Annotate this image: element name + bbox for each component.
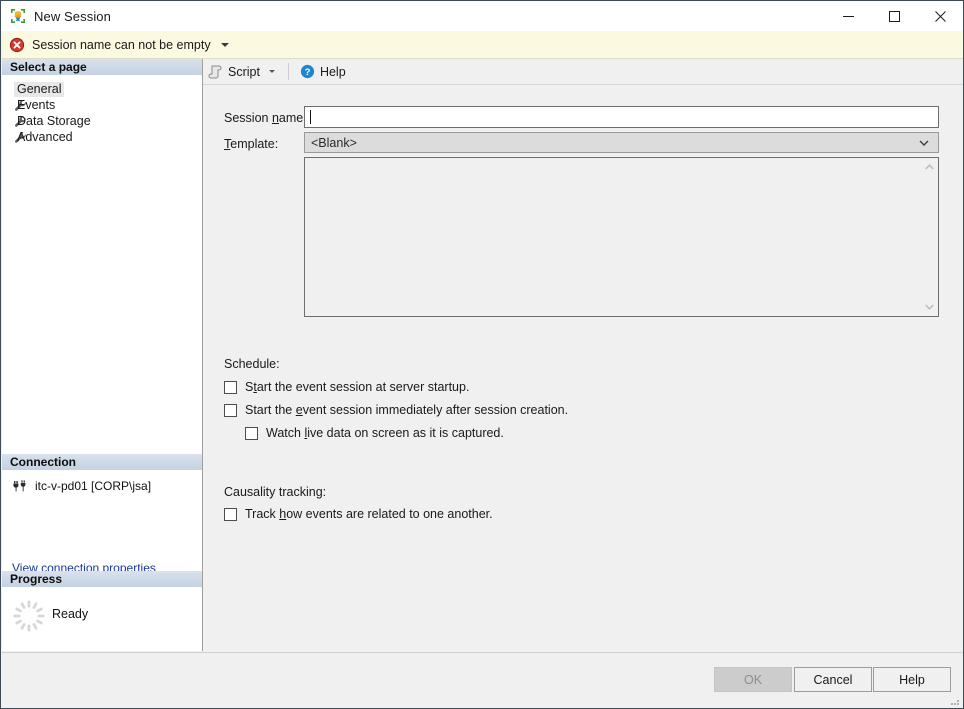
session-name-input[interactable] <box>304 106 939 128</box>
sidebar-item-data-storage[interactable]: Data Storage <box>2 113 202 129</box>
template-description-box[interactable] <box>304 157 939 317</box>
connection-name: itc-v-pd01 [CORP\jsa] <box>35 479 152 493</box>
connection-header: Connection <box>2 454 202 471</box>
sidebar-item-label: General <box>14 81 65 97</box>
help-button[interactable]: ? Help <box>295 61 351 83</box>
error-icon <box>9 37 25 53</box>
text-cursor <box>310 110 311 124</box>
description-scrollbar[interactable] <box>921 159 937 315</box>
sidebar-item-label: Data Storage <box>17 113 91 128</box>
chevron-down-icon[interactable] <box>919 140 938 146</box>
sidebar-item-advanced[interactable]: Advanced <box>2 129 202 145</box>
help-button-footer[interactable]: Help <box>873 667 951 692</box>
checkbox-start-immediately[interactable]: Start the event session immediately afte… <box>224 403 568 417</box>
maximize-icon[interactable] <box>871 1 917 31</box>
connection-row: itc-v-pd01 [CORP\jsa] <box>2 471 202 493</box>
script-icon <box>208 64 223 79</box>
progress-status: Ready <box>52 607 89 621</box>
footer-bar: OK Cancel Help <box>2 652 963 708</box>
svg-text:?: ? <box>305 67 311 78</box>
causality-tracking-label: Causality tracking: <box>224 485 327 499</box>
checkbox-box[interactable] <box>224 403 237 417</box>
checkbox-label: Watch live data on screen as it is captu… <box>266 426 504 440</box>
script-label: Script <box>228 64 260 79</box>
sidebar: Select a page General Events Data Storag… <box>2 59 203 651</box>
validation-bar: Session name can not be empty <box>2 31 963 59</box>
connection-section: itc-v-pd01 [CORP\jsa] View connection pr… <box>2 471 202 575</box>
close-icon[interactable] <box>917 1 963 31</box>
template-dropdown[interactable]: <Blank> <box>304 132 939 153</box>
cancel-button[interactable]: Cancel <box>794 667 872 692</box>
checkbox-watch-live-data[interactable]: Watch live data on screen as it is captu… <box>245 426 504 440</box>
checkbox-label: Start the event session at server startu… <box>245 380 470 394</box>
window-title: New Session <box>34 8 111 24</box>
sidebar-item-label: Events <box>17 97 56 112</box>
validation-message: Session name can not be empty <box>32 37 211 52</box>
checkbox-box[interactable] <box>245 426 258 440</box>
xevent-session-icon <box>10 8 26 24</box>
checkbox-label: Track how events are related to one anot… <box>245 507 493 521</box>
minimize-icon[interactable] <box>825 1 871 31</box>
resize-grip-icon[interactable] <box>948 693 960 705</box>
checkbox-box[interactable] <box>224 380 237 394</box>
session-name-label: Session name: <box>224 111 307 125</box>
script-button[interactable]: Script <box>203 61 282 83</box>
window-controls <box>825 1 963 31</box>
page-list: General Events Data Storage Advanced <box>2 76 202 145</box>
sidebar-item-label: Advanced <box>17 129 73 144</box>
sidebar-item-events[interactable]: Events <box>2 97 202 113</box>
select-a-page-header: Select a page <box>2 59 202 76</box>
scroll-up-arrow[interactable] <box>924 159 934 175</box>
template-label: Template: <box>224 137 279 151</box>
checkbox-track-causality[interactable]: Track how events are related to one anot… <box>224 507 493 521</box>
chevron-down-icon[interactable] <box>220 42 229 47</box>
help-question-icon: ? <box>300 64 315 79</box>
checkbox-start-at-server-startup[interactable]: Start the event session at server startu… <box>224 380 469 394</box>
toolbar-separator <box>287 63 289 80</box>
server-connection-icon <box>12 479 28 493</box>
scroll-down-arrow[interactable] <box>924 299 934 315</box>
chevron-down-icon[interactable] <box>268 70 275 73</box>
checkbox-box[interactable] <box>224 507 237 521</box>
toolbar: Script ? Help <box>203 59 963 85</box>
sidebar-item-general[interactable]: General <box>2 81 202 97</box>
title-bar: New Session <box>1 1 963 31</box>
spinner-icon <box>11 598 47 634</box>
checkbox-label: Start the event session immediately afte… <box>245 403 569 417</box>
template-value: <Blank> <box>311 135 357 150</box>
progress-header: Progress <box>2 571 202 588</box>
help-label: Help <box>319 64 346 79</box>
ok-button[interactable]: OK <box>714 667 792 692</box>
new-session-dialog: New Session Session name can not be empt… <box>0 0 964 709</box>
content-pane: Script ? Help Session name: Template: <B… <box>203 59 963 651</box>
schedule-label: Schedule: <box>224 357 280 371</box>
